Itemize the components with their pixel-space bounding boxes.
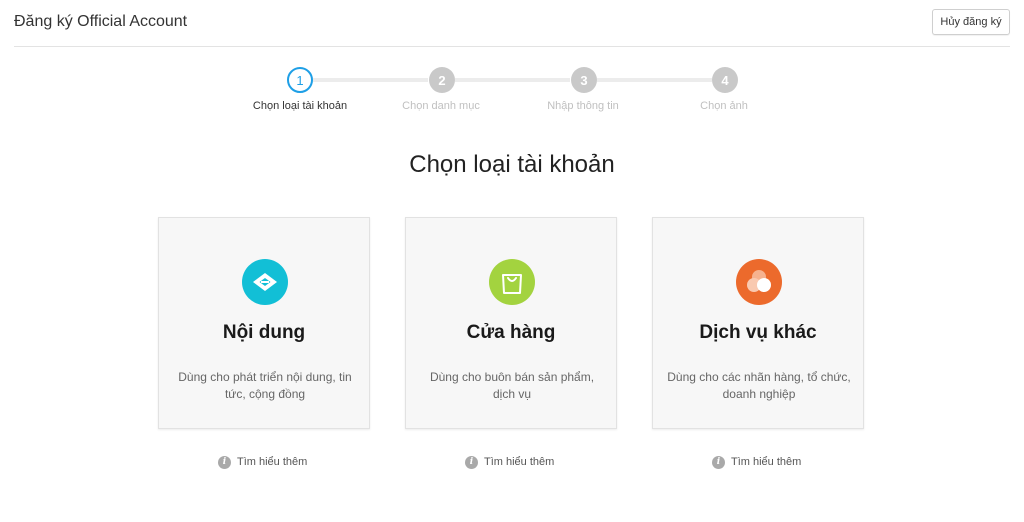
step-connector <box>597 78 712 82</box>
card-description: Dùng cho buôn bán sản phẩm, dịch vụ <box>429 370 595 401</box>
learn-more-label: Tìm hiểu thêm <box>484 456 555 468</box>
learn-more-link-content[interactable]: i Tìm hiểu thêm <box>218 455 307 469</box>
learn-more-link-store[interactable]: i Tìm hiểu thêm <box>465 455 554 469</box>
shopping-bag-icon <box>489 259 535 305</box>
step-3-circle: 3 <box>571 67 597 93</box>
step-4-label: Chọn ảnh <box>700 100 748 112</box>
account-type-card-other-services[interactable]: Dịch vụ khác Dùng cho các nhãn hàng, tổ … <box>652 217 864 429</box>
info-icon: i <box>712 455 725 469</box>
step-4-circle: 4 <box>712 67 738 93</box>
card-description: Dùng cho phát triển nội dung, tin tức, c… <box>178 370 352 401</box>
learn-more-link-other-services[interactable]: i Tìm hiểu thêm <box>712 455 801 469</box>
stepper: 1 2 3 4 Chọn loại tài khoản Chọn danh mụ… <box>0 0 1024 120</box>
card-title: Cửa hàng <box>466 322 556 343</box>
info-icon: i <box>465 455 478 469</box>
card-title: Nội dung <box>222 322 306 343</box>
step-1-circle: 1 <box>287 67 313 93</box>
learn-more-label: Tìm hiểu thêm <box>731 456 802 468</box>
content-icon <box>242 259 288 305</box>
account-type-card-content[interactable]: Nội dung Dùng cho phát triển nội dung, t… <box>158 217 370 429</box>
step-1-label: Chọn loại tài khoản <box>252 100 348 112</box>
info-icon: i <box>218 455 231 469</box>
step-3-label: Nhập thông tin <box>547 100 619 112</box>
step-2-label: Chọn danh mục <box>402 100 480 112</box>
card-title: Dịch vụ khác <box>699 322 817 343</box>
section-heading: Chọn loại tài khoản <box>409 151 615 178</box>
account-type-card-store[interactable]: Cửa hàng Dùng cho buôn bán sản phẩm, dịc… <box>405 217 617 429</box>
step-2-circle: 2 <box>429 67 455 93</box>
step-connector <box>455 78 570 82</box>
learn-more-label: Tìm hiểu thêm <box>237 456 308 468</box>
card-description: Dùng cho các nhãn hàng, tổ chức, doanh n… <box>667 370 851 401</box>
circles-icon <box>736 259 782 305</box>
step-connector <box>313 78 428 82</box>
